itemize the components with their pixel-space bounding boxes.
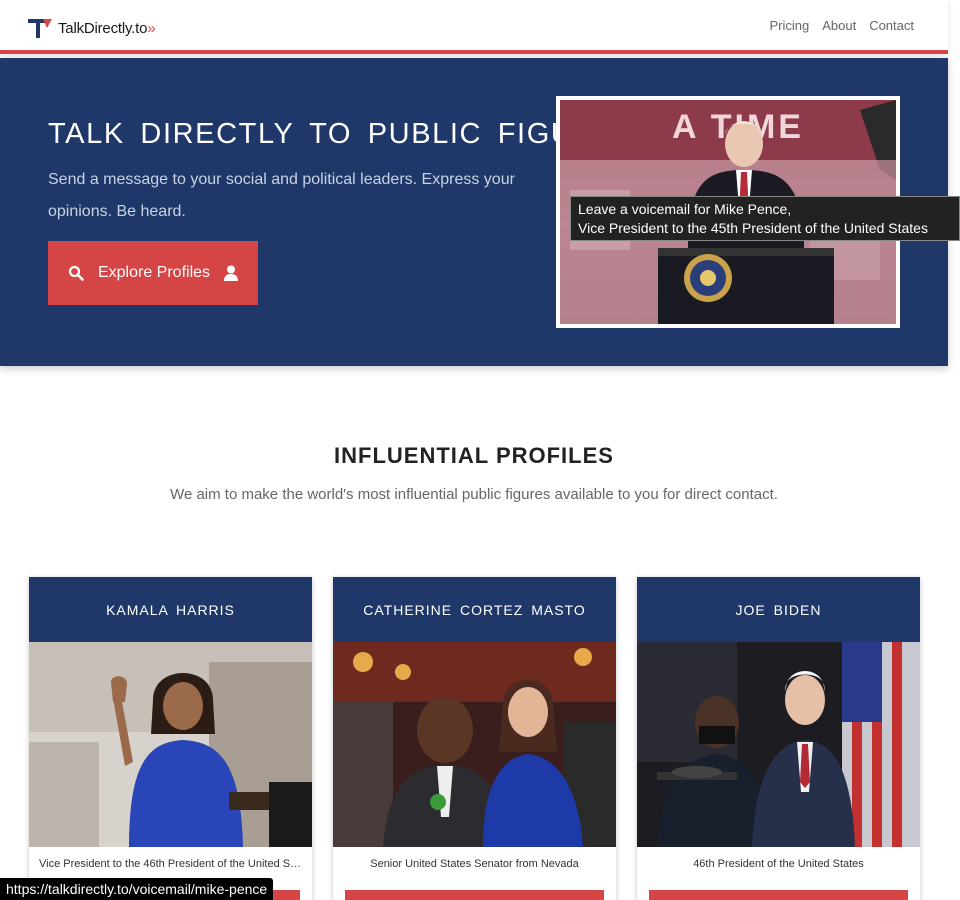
nav-links: Pricing About Contact [769,18,914,33]
profile-action-button[interactable] [345,890,604,900]
profile-card[interactable]: JOE BIDEN 46th President of the United S… [637,577,920,900]
search-icon [68,265,84,281]
logo-icon [28,19,52,38]
nav-about[interactable]: About [822,18,856,33]
user-icon [224,265,239,281]
profile-name: JOE BIDEN [637,577,920,642]
profile-photo [637,642,920,847]
nav-pricing[interactable]: Pricing [769,18,809,33]
photo-tooltip: Leave a voicemail for Mike Pence, Vice P… [570,196,960,241]
profile-name: CATHERINE CORTEZ MASTO [333,577,616,642]
profile-card[interactable]: CATHERINE CORTEZ MASTO Senior United Sta… [333,577,616,900]
logo[interactable]: TalkDirectly.to » [27,16,156,40]
explore-profiles-button[interactable]: Explore Profiles [48,241,258,305]
tooltip-line-1: Leave a voicemail for Mike Pence, [578,201,792,217]
profile-photo [29,642,312,847]
nav-contact[interactable]: Contact [869,18,914,33]
profile-description: Vice President to the 46th President of … [39,858,312,870]
hero-subtitle: Send a message to your social and politi… [48,171,515,220]
profile-description: 46th President of the United States [693,858,864,870]
section-subtitle: We aim to make the world's most influent… [170,486,778,503]
profile-name: KAMALA HARRIS [29,577,312,642]
navbar: TalkDirectly.to » Pricing About Contact [0,0,948,54]
status-bar-url: https://talkdirectly.to/voicemail/mike-p… [0,878,274,900]
section-title: INFLUENTIAL PROFILES [334,443,614,468]
profile-action-button[interactable] [649,890,908,900]
profile-photo [333,642,616,847]
hero-title: TALK DIRECTLY TO PUBLIC FIGURES [48,118,638,150]
tooltip-line-2: Vice President to the 45th President of … [578,220,928,236]
explore-profiles-label: Explore Profiles [97,264,211,281]
profile-description: Senior United States Senator from Nevada [370,858,579,870]
logo-text: TalkDirectly.to [58,19,148,37]
profile-card[interactable]: KAMALA HARRIS Vice President to the 46th… [29,577,312,900]
logo-arrow: » [147,19,156,37]
